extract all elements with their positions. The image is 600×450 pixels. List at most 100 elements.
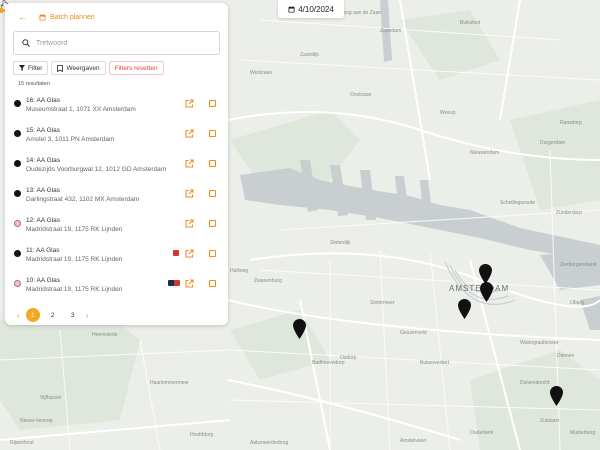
map-pin-icon[interactable]: [550, 386, 563, 406]
external-link-icon[interactable]: [185, 189, 194, 198]
item-address: Madridstraat 19, 1175 RK Lijnden: [26, 286, 123, 293]
status-badge: [168, 280, 180, 286]
map-place-label: Haarlemmermeer: [150, 380, 189, 386]
item-checkbox[interactable]: [209, 220, 216, 227]
item-title: 13: AA Glas: [26, 187, 60, 194]
external-link-icon[interactable]: [185, 219, 194, 228]
status-dot: [14, 190, 21, 197]
search-icon: [22, 39, 30, 47]
status-dot: [14, 280, 21, 287]
item-title: 12: AA Glas: [26, 217, 60, 224]
external-link-icon[interactable]: [185, 99, 194, 108]
list-item[interactable]: 12: AA Glas Madridstraat 19, 1175 RK Lij…: [12, 212, 222, 242]
map-place-label: Geuzenveld: [400, 330, 427, 336]
map-place-label: Zuidoost: [540, 418, 560, 424]
map-place-label: Osdorp: [340, 355, 357, 361]
map-place-label: Aalsmeerderbrug: [250, 440, 289, 446]
item-checkbox[interactable]: [209, 160, 216, 167]
item-checkbox[interactable]: [209, 280, 216, 287]
map-place-label: Slotermeer: [370, 300, 395, 306]
map-place-label: Koog aan de Zaan: [340, 10, 382, 16]
map-place-label: Westzaan: [250, 70, 273, 76]
batch-plan-button[interactable]: Batch plannen: [39, 13, 95, 21]
item-address: Darlingstraat 432, 1102 MX Amsterdam: [26, 196, 140, 203]
map-place-label: Heemstede: [92, 332, 118, 338]
side-panel: ← Batch plannen Filter Weergaven Filters…: [5, 3, 228, 325]
date-selector[interactable]: 4/10/2024: [278, 0, 344, 18]
map-place-label: Zaandam: [380, 28, 402, 34]
item-title: 11: AA Glas: [26, 247, 60, 254]
item-checkbox[interactable]: [209, 130, 216, 137]
map-place-label: Hoofddorp: [190, 432, 214, 438]
map-place-label: Watergraafsmeer: [520, 340, 559, 346]
map-place-label: Zwanenburg: [254, 278, 282, 284]
page-button[interactable]: 3: [66, 308, 80, 322]
status-dot: [14, 100, 21, 107]
map-place-label: Ransdorp: [560, 120, 582, 126]
map-place-label: Halfweg: [230, 268, 249, 274]
map-place-label: Amstelveen: [400, 438, 427, 444]
map-place-label: Buiksloot: [460, 20, 481, 26]
calendar-icon: [39, 13, 46, 20]
map-pin-icon[interactable]: [293, 319, 306, 339]
map-place-label: Schellingwoude: [500, 200, 536, 206]
external-link-icon[interactable]: [185, 249, 194, 258]
views-button[interactable]: Weergaven: [51, 61, 106, 75]
external-link-icon[interactable]: [185, 159, 194, 168]
map-place-label: Zunderdorp: [556, 210, 582, 216]
item-address: Madridstraat 19, 1175 RK Lijnden: [26, 226, 123, 233]
back-arrow-icon[interactable]: ←: [18, 12, 27, 22]
reset-filters-label: Filters resetten: [114, 64, 158, 72]
item-checkbox[interactable]: [209, 250, 216, 257]
reset-filters-button[interactable]: Filters resetten: [108, 61, 164, 75]
page-button[interactable]: 2: [46, 308, 60, 322]
views-label: Weergaven: [66, 64, 100, 72]
list-item[interactable]: 15: AA Glas Amstel 3, 1011 PN Amsterdam: [12, 122, 222, 152]
pagination: ‹ 1 2 3 ›: [17, 308, 88, 322]
chevron-right-icon[interactable]: ›: [86, 311, 89, 320]
item-title: 16: AA Glas: [26, 97, 60, 104]
status-badge: [173, 250, 179, 256]
map-pin-icon[interactable]: [458, 299, 471, 319]
map-place-label: Ouderkerk: [470, 430, 494, 436]
map-place-label: Buitenveldert: [420, 360, 450, 366]
bookmark-icon: [57, 64, 64, 72]
result-list: 16: AA Glas Museumstraat 1, 1071 XX Amst…: [12, 92, 222, 302]
list-item[interactable]: 10: AA Glas Madridstraat 19, 1175 RK Lij…: [12, 272, 222, 302]
status-dot: [14, 130, 21, 137]
funnel-icon: [19, 65, 25, 71]
map-place-label: Muiderberg: [570, 430, 596, 436]
item-checkbox[interactable]: [209, 190, 216, 197]
filter-label: Filter: [28, 64, 43, 72]
map-place-label: Vijfhuizen: [40, 395, 62, 401]
list-item[interactable]: 14: AA Glas Oudezijds Voorburgwal 12, 10…: [12, 152, 222, 182]
external-link-icon[interactable]: [185, 279, 194, 288]
result-count: 15 resultaten: [18, 81, 50, 87]
map-pin-icon[interactable]: [480, 282, 493, 302]
item-title: 15: AA Glas: [26, 127, 60, 134]
map-place-label: Duivendrecht: [520, 380, 550, 386]
item-address: Amstel 3, 1011 PN Amsterdam: [26, 136, 115, 143]
chevron-left-icon[interactable]: ‹: [17, 311, 20, 320]
list-item[interactable]: 16: AA Glas Museumstraat 1, 1071 XX Amst…: [12, 92, 222, 122]
item-address: Madridstraat 19, 1175 RK Lijnden: [26, 256, 123, 263]
external-link-icon[interactable]: [185, 129, 194, 138]
item-checkbox[interactable]: [209, 100, 216, 107]
batch-plan-label: Batch plannen: [50, 13, 95, 21]
map-place-label: Weesp: [440, 110, 456, 116]
map-place-label: Zeeburgereiland: [560, 262, 597, 268]
status-dot: [14, 250, 21, 257]
filter-button[interactable]: Filter: [13, 61, 49, 75]
map-place-label: Nieuw-Vennep: [20, 418, 53, 424]
list-item[interactable]: 13: AA Glas Darlingstraat 432, 1102 MX A…: [12, 182, 222, 212]
search-box: [13, 31, 220, 55]
page-button[interactable]: 1: [25, 308, 40, 322]
map-pin-icon[interactable]: [479, 264, 492, 284]
item-address: Oudezijds Voorburgwal 12, 1012 GD Amster…: [26, 166, 167, 173]
map-place-label: Sloterdijk: [330, 240, 351, 246]
list-item[interactable]: 11: AA Glas Madridstraat 19, 1175 RK Lij…: [12, 242, 222, 272]
date-label: 4/10/2024: [298, 4, 334, 14]
search-input[interactable]: [36, 39, 206, 47]
map-place-label: IJburg: [570, 300, 584, 306]
map-place-label: Zaandijk: [300, 52, 319, 58]
